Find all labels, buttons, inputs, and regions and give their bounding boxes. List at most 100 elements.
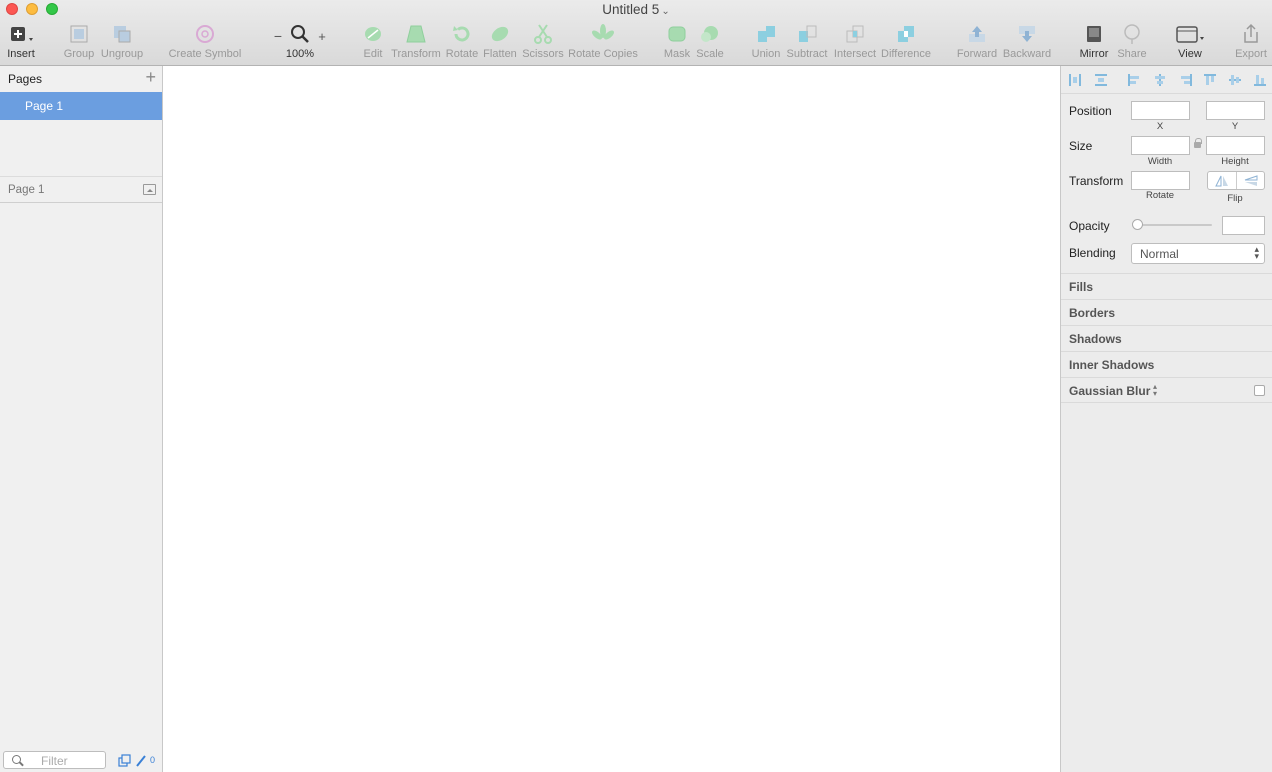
position-x-input[interactable]	[1131, 101, 1190, 120]
collapse-pages-icon[interactable]	[143, 184, 156, 195]
filter-count: 0	[150, 755, 156, 765]
blur-type-arrows-icon[interactable]: ▴ ▾	[1153, 383, 1157, 398]
page-label: Page 1	[25, 99, 64, 113]
blending-select[interactable]: Normal ▴ ▾	[1131, 243, 1265, 264]
intersect-icon	[846, 25, 864, 43]
opacity-slider[interactable]	[1134, 224, 1212, 226]
intersect-button[interactable]: Intersect	[832, 22, 878, 62]
toolbar: Untitled 5 ⌄ Insert Group Ungroup Create …	[0, 0, 1272, 66]
height-input[interactable]	[1206, 136, 1265, 155]
mirror-icon	[1087, 26, 1101, 42]
fills-section[interactable]: Fills	[1061, 273, 1272, 299]
magnifier-icon	[291, 25, 309, 43]
gaussian-blur-section[interactable]: Gaussian Blur ▴ ▾	[1061, 377, 1272, 403]
add-page-button[interactable]: +	[145, 68, 156, 86]
blending-value: Normal	[1140, 247, 1179, 261]
gaussian-blur-checkbox[interactable]	[1254, 385, 1265, 396]
scale-button[interactable]: Scale	[694, 22, 726, 62]
align-center-icon[interactable]	[1153, 73, 1167, 87]
height-label: Height	[1221, 156, 1249, 167]
align-left-icon[interactable]	[1127, 73, 1141, 87]
y-label: Y	[1231, 121, 1239, 132]
zoom-control[interactable]: 100%	[284, 22, 316, 62]
filter-placeholder: Filter	[41, 754, 68, 768]
edit-button[interactable]: Edit	[358, 22, 388, 62]
document-title[interactable]: Untitled 5 ⌄	[0, 2, 1272, 17]
pages-title: Pages	[8, 72, 43, 86]
union-button[interactable]: Union	[750, 22, 782, 62]
send-backward-icon	[1019, 26, 1035, 42]
mirror-button[interactable]: Mirror	[1076, 22, 1112, 62]
borders-section[interactable]: Borders	[1061, 299, 1272, 325]
align-middle-icon[interactable]	[1228, 73, 1242, 87]
rotate-copies-button[interactable]: Rotate Copies	[568, 22, 638, 62]
transform-label: Transform	[1069, 174, 1124, 188]
subtract-button[interactable]: Subtract	[786, 22, 828, 62]
distribute-horizontal-icon[interactable]	[1068, 73, 1082, 87]
flip-label: Flip	[1227, 193, 1243, 204]
inner-shadows-section[interactable]: Inner Shadows	[1061, 351, 1272, 377]
view-button[interactable]: View	[1168, 22, 1212, 62]
align-bottom-icon[interactable]	[1253, 73, 1267, 87]
opacity-slider-knob[interactable]	[1132, 219, 1143, 230]
create-symbol-button[interactable]: Create Symbol	[168, 22, 242, 62]
share-button[interactable]: Share	[1114, 22, 1150, 62]
group-icon	[70, 25, 88, 43]
opacity-label: Opacity	[1069, 219, 1110, 233]
flip-control	[1207, 171, 1265, 190]
ungroup-button[interactable]: Ungroup	[100, 22, 144, 62]
transform-icon	[406, 25, 426, 43]
mask-button[interactable]: Mask	[662, 22, 692, 62]
layers-header: Page 1	[0, 176, 162, 203]
edit-icon	[365, 27, 381, 41]
export-button[interactable]: Export	[1232, 22, 1270, 62]
search-icon	[12, 755, 21, 764]
rotate-label: Rotate	[1146, 190, 1174, 201]
symbol-icon	[196, 25, 214, 43]
alignment-bar	[1061, 66, 1272, 94]
zoom-in-button[interactable]: +	[314, 24, 330, 64]
ungroup-icon	[114, 26, 131, 43]
insert-icon	[11, 27, 33, 41]
left-sidebar: Pages + Page 1 Page 1 Filter 0	[0, 66, 163, 772]
updown-arrows-icon: ▴ ▾	[1254, 244, 1259, 261]
scissors-icon	[534, 24, 552, 44]
distribute-vertical-icon[interactable]	[1094, 73, 1108, 87]
share-icon	[1124, 24, 1140, 44]
rotate-copies-icon	[592, 24, 614, 40]
flatten-button[interactable]: Flatten	[482, 22, 518, 62]
scale-icon	[701, 26, 718, 42]
forward-button[interactable]: Forward	[956, 22, 998, 62]
lock-icon[interactable]	[1194, 138, 1202, 148]
flip-horizontal-icon[interactable]	[1215, 175, 1229, 187]
chevron-down-icon: ⌄	[661, 6, 670, 17]
zoom-level: 100%	[285, 48, 315, 60]
opacity-input[interactable]	[1222, 216, 1265, 235]
width-label: Width	[1147, 156, 1173, 167]
export-icon	[1244, 23, 1258, 43]
page-list-item[interactable]: Page 1	[0, 92, 162, 120]
subtract-icon	[799, 25, 817, 42]
view-icon	[1176, 26, 1204, 43]
width-input[interactable]	[1131, 136, 1190, 155]
backward-button[interactable]: Backward	[1002, 22, 1052, 62]
filter-input[interactable]: Filter	[3, 751, 106, 769]
blending-label: Blending	[1069, 246, 1116, 260]
flatten-icon	[491, 26, 509, 42]
union-icon	[758, 26, 775, 42]
position-label: Position	[1069, 104, 1112, 118]
position-y-input[interactable]	[1206, 101, 1265, 120]
group-button[interactable]: Group	[62, 22, 96, 62]
align-top-icon[interactable]	[1203, 73, 1217, 87]
align-right-icon[interactable]	[1179, 73, 1193, 87]
pages-header: Pages +	[0, 66, 162, 92]
rotate-button[interactable]: Rotate	[444, 22, 480, 62]
scissors-button[interactable]: Scissors	[522, 22, 564, 62]
flip-vertical-icon[interactable]	[1244, 175, 1258, 187]
rotate-input[interactable]	[1131, 171, 1190, 190]
insert-button[interactable]: Insert	[4, 22, 38, 62]
shadows-section[interactable]: Shadows	[1061, 325, 1272, 351]
difference-button[interactable]: Difference	[880, 22, 932, 62]
transform-button[interactable]: Transform	[390, 22, 442, 62]
canvas[interactable]	[163, 66, 1060, 772]
